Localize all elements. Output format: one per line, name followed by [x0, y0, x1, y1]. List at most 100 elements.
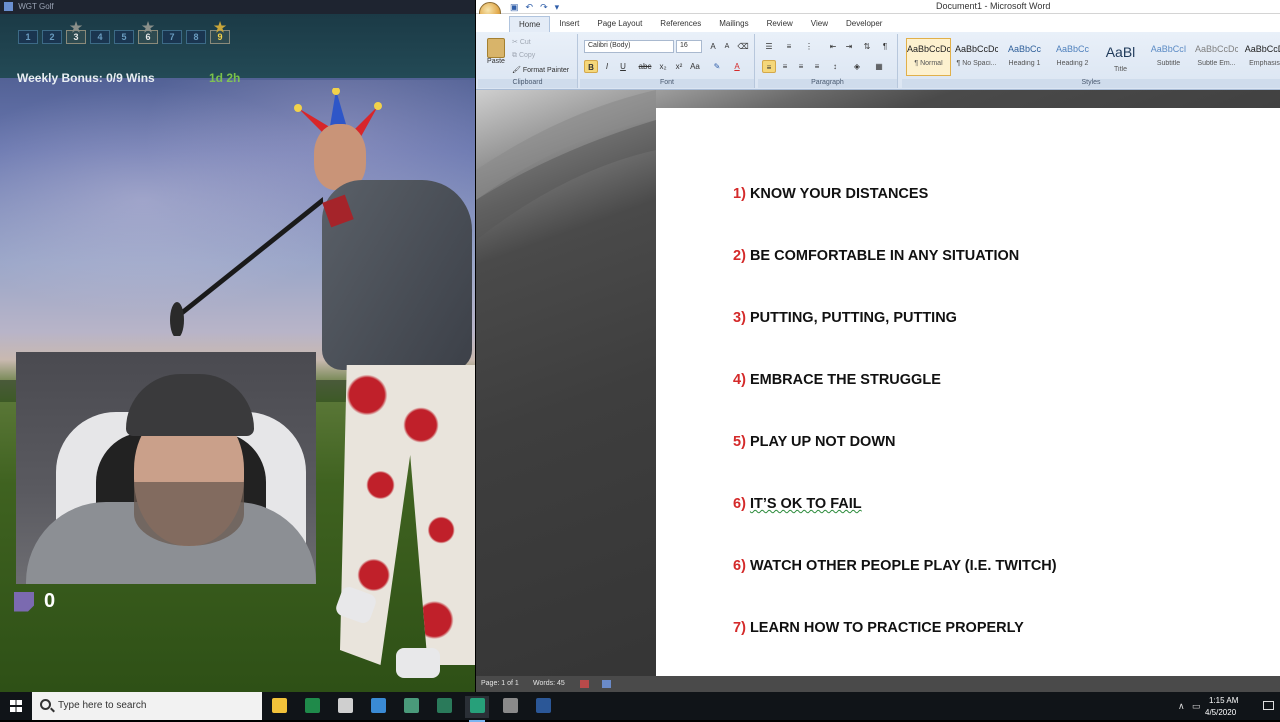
word-count[interactable]: Words: 45	[533, 676, 565, 692]
style-subtitle[interactable]: AaBbCcI Subtitle	[1146, 38, 1191, 76]
tip-number: 4)	[733, 372, 746, 388]
tab-references[interactable]: References	[651, 16, 710, 32]
style-heading-2[interactable]: AaBbCc Heading 2	[1050, 38, 1095, 76]
tab-view[interactable]: View	[802, 16, 837, 32]
obs-icon	[469, 698, 485, 713]
redo-icon[interactable]: ↷	[540, 2, 548, 13]
clock-date[interactable]: 4/5/2020	[1205, 708, 1236, 717]
style-name: ¶ Normal	[914, 60, 943, 67]
tip-item[interactable]: 1) KNOW YOUR DISTANCES	[733, 186, 928, 202]
multilevel-list-icon[interactable]: ⋮	[802, 40, 816, 53]
align-left-button[interactable]: ≡	[762, 60, 776, 73]
style-name: ¶ No Spaci...	[956, 60, 997, 67]
style-sample: AaBbCc	[1055, 44, 1090, 54]
notification-icon[interactable]	[1263, 701, 1274, 710]
undo-icon[interactable]: ↶	[526, 2, 534, 13]
tab-page-layout[interactable]: Page Layout	[588, 16, 651, 32]
taskbar-search[interactable]: Type here to search	[32, 692, 262, 720]
decrease-indent-icon[interactable]: ⇤	[826, 40, 840, 53]
game-controller-icon	[403, 698, 419, 713]
page-count[interactable]: Page: 1 of 1	[481, 676, 519, 692]
style-normal[interactable]: AaBbCcDc ¶ Normal	[906, 38, 951, 76]
search-placeholder: Type here to search	[58, 700, 147, 711]
sort-icon[interactable]: ⇅	[860, 40, 874, 53]
save-icon[interactable]: ▣	[510, 2, 519, 13]
tab-developer[interactable]: Developer	[837, 16, 891, 32]
tip-number: 3)	[733, 310, 746, 326]
chevron-up-icon[interactable]: ∧	[1178, 701, 1185, 712]
taskbar-calculator-button[interactable]	[333, 696, 357, 718]
taskbar-game-controller-button[interactable]	[399, 696, 423, 718]
customize-qat-icon[interactable]: ▾	[555, 2, 560, 13]
tip-number: 6)	[733, 496, 746, 512]
highlight-color-icon[interactable]: ✎	[710, 60, 724, 73]
tip-item[interactable]: 4) EMBRACE THE STRUGGLE	[733, 372, 941, 388]
underline-button[interactable]: U	[616, 60, 630, 73]
taskbar-excel-button[interactable]	[300, 696, 324, 718]
tab-mailings[interactable]: Mailings	[710, 16, 757, 32]
tip-item[interactable]: 6) IT’S OK TO FAIL	[733, 496, 862, 512]
bold-button[interactable]: B	[584, 60, 598, 73]
shading-icon[interactable]: ◈	[850, 60, 864, 73]
proofing-icon[interactable]	[580, 680, 589, 688]
style-name: Heading 2	[1056, 60, 1089, 67]
font-size-select[interactable]: 16	[676, 40, 702, 53]
cut-button[interactable]: ✂ Cut	[512, 38, 531, 46]
taskbar-word-button[interactable]	[531, 696, 555, 718]
network-icon[interactable]: ▭	[1192, 701, 1201, 712]
tip-item[interactable]: 6) WATCH OTHER PEOPLE PLAY (I.E. TWITCH)	[733, 558, 1057, 574]
clear-format-icon[interactable]: ⌫	[736, 40, 750, 53]
clock-time[interactable]: 1:15 AM	[1209, 696, 1238, 705]
superscript-button[interactable]: x²	[672, 60, 686, 73]
change-case-button[interactable]: Aa	[688, 60, 702, 73]
numbering-icon[interactable]: ≡	[782, 40, 796, 53]
document-page[interactable]: 1) KNOW YOUR DISTANCES 2) BE COMFORTABLE …	[656, 108, 1280, 676]
taskbar: Type here to search ∧ ▭ ◀ 1:15 AM 4/5/20…	[0, 692, 1280, 722]
start-button[interactable]	[0, 692, 32, 720]
copy-label: Copy	[518, 52, 536, 59]
align-center-button[interactable]: ≡	[778, 60, 792, 73]
line-spacing-icon[interactable]: ↕	[828, 60, 842, 73]
wgt-app-icon	[4, 2, 13, 12]
increase-indent-icon[interactable]: ⇥	[842, 40, 856, 53]
style-subtle-em[interactable]: AaBbCcDc Subtle Em...	[1194, 38, 1239, 76]
borders-icon[interactable]: ▦	[872, 60, 886, 73]
macro-record-icon[interactable]	[602, 680, 611, 688]
bullets-icon[interactable]: ☰	[762, 40, 776, 53]
grow-font-icon[interactable]: A	[706, 40, 720, 53]
document-title: Document1 - Microsoft Word	[936, 1, 1051, 11]
font-color-icon[interactable]: A	[730, 60, 744, 73]
status-bar: Page: 1 of 1 Words: 45	[476, 676, 1280, 692]
taskbar-file-explorer-button[interactable]	[267, 696, 291, 718]
taskbar-browser-button[interactable]	[498, 696, 522, 718]
tip-item[interactable]: 5) PLAY UP NOT DOWN	[733, 434, 896, 450]
copy-button[interactable]: ⧉ Copy	[512, 52, 535, 60]
shrink-font-icon[interactable]: A	[720, 40, 734, 53]
tip-item[interactable]: 3) PUTTING, PUTTING, PUTTING	[733, 310, 957, 326]
font-name-select[interactable]: Calibri (Body)	[584, 40, 674, 53]
tab-review[interactable]: Review	[758, 16, 802, 32]
subscript-button[interactable]: x₂	[656, 60, 670, 73]
tab-home[interactable]: Home	[509, 16, 551, 32]
word-titlebar: ▣ ↶ ↷ ▾ Document1 - Microsoft Word	[476, 0, 1280, 14]
hole-progress: 123456789	[18, 21, 230, 44]
taskbar-app-button[interactable]	[366, 696, 390, 718]
italic-button[interactable]: I	[600, 60, 614, 73]
tip-item[interactable]: 2) BE COMFORTABLE IN ANY SITUATION	[733, 248, 1019, 264]
format-painter-button[interactable]: 🖌 Format Painter	[512, 66, 569, 74]
show-formatting-icon[interactable]: ¶	[878, 40, 892, 53]
align-right-button[interactable]: ≡	[794, 60, 808, 73]
style-title[interactable]: AaBl Title	[1098, 38, 1143, 76]
tab-insert[interactable]: Insert	[550, 16, 588, 32]
paste-button[interactable]: Paste	[482, 36, 510, 76]
justify-button[interactable]: ≡	[810, 60, 824, 73]
taskbar-spreadsheet-button[interactable]	[432, 696, 456, 718]
style-no-spaci[interactable]: AaBbCcDc ¶ No Spaci...	[954, 38, 999, 76]
tip-number: 5)	[733, 434, 746, 450]
style-heading-1[interactable]: AaBbCc Heading 1	[1002, 38, 1047, 76]
strikethrough-button[interactable]: abc	[638, 60, 652, 73]
style-emphasis[interactable]: AaBbCcD Emphasis	[1242, 38, 1280, 76]
taskbar-obs-button[interactable]	[465, 696, 489, 722]
tip-text: LEARN HOW TO PRACTICE PROPERLY	[749, 620, 1024, 636]
tip-item[interactable]: 7) LEARN HOW TO PRACTICE PROPERLY	[733, 620, 1024, 636]
